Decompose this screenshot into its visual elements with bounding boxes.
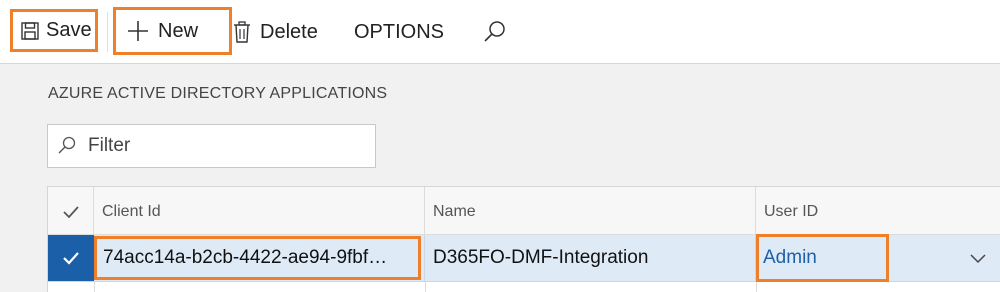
column-header-name[interactable]: Name — [425, 187, 756, 234]
save-label: Save — [46, 19, 92, 41]
name-value: D365FO-DMF-Integration — [433, 247, 649, 268]
column-header-user-id[interactable]: User ID — [756, 187, 1000, 234]
client-id-cell[interactable]: 74acc14a-b2cb-4422-ae94-9fbf… — [94, 235, 425, 281]
grid-header: Client Id Name User ID — [48, 187, 1000, 235]
plus-icon — [126, 19, 150, 43]
new-label: New — [158, 19, 199, 42]
delete-label: Delete — [260, 20, 318, 43]
options-menu[interactable]: OPTIONS — [354, 9, 444, 55]
user-id-cell[interactable]: Admin — [756, 233, 1000, 282]
client-id-value: 74acc14a-b2cb-4422-ae94-9fbf… — [103, 247, 388, 268]
search-icon — [482, 19, 508, 45]
filter-input[interactable] — [86, 134, 360, 158]
client-id-field[interactable]: 74acc14a-b2cb-4422-ae94-9fbf… — [94, 236, 421, 280]
user-id-field[interactable]: Admin — [756, 233, 889, 282]
column-header-client-id[interactable]: Client Id — [94, 187, 425, 234]
section-title: AZURE ACTIVE DIRECTORY APPLICATIONS — [48, 85, 388, 102]
chevron-down-icon[interactable] — [969, 249, 987, 267]
filter-box[interactable] — [47, 124, 376, 168]
trash-icon — [232, 21, 252, 43]
options-label: OPTIONS — [354, 20, 445, 43]
new-button[interactable]: New — [113, 7, 232, 55]
name-cell[interactable]: D365FO-DMF-Integration — [425, 235, 756, 281]
row-select-checkbox[interactable] — [48, 235, 94, 281]
search-icon — [56, 135, 78, 157]
search-button[interactable] — [482, 9, 508, 55]
check-icon — [63, 252, 79, 265]
floppy-disk-icon — [20, 21, 40, 41]
user-id-value: Admin — [763, 246, 817, 268]
toolbar-divider — [107, 12, 108, 52]
table-row[interactable]: 74acc14a-b2cb-4422-ae94-9fbf… D365FO-DMF… — [48, 233, 1000, 282]
applications-grid: Client Id Name User ID 74acc14a-b2cb-442… — [47, 186, 1000, 292]
delete-button[interactable]: Delete — [232, 9, 318, 55]
select-all-checkbox[interactable] — [48, 187, 94, 234]
action-pane: Save New Delete OPTIONS — [0, 0, 1000, 64]
save-button[interactable]: Save — [10, 9, 98, 52]
